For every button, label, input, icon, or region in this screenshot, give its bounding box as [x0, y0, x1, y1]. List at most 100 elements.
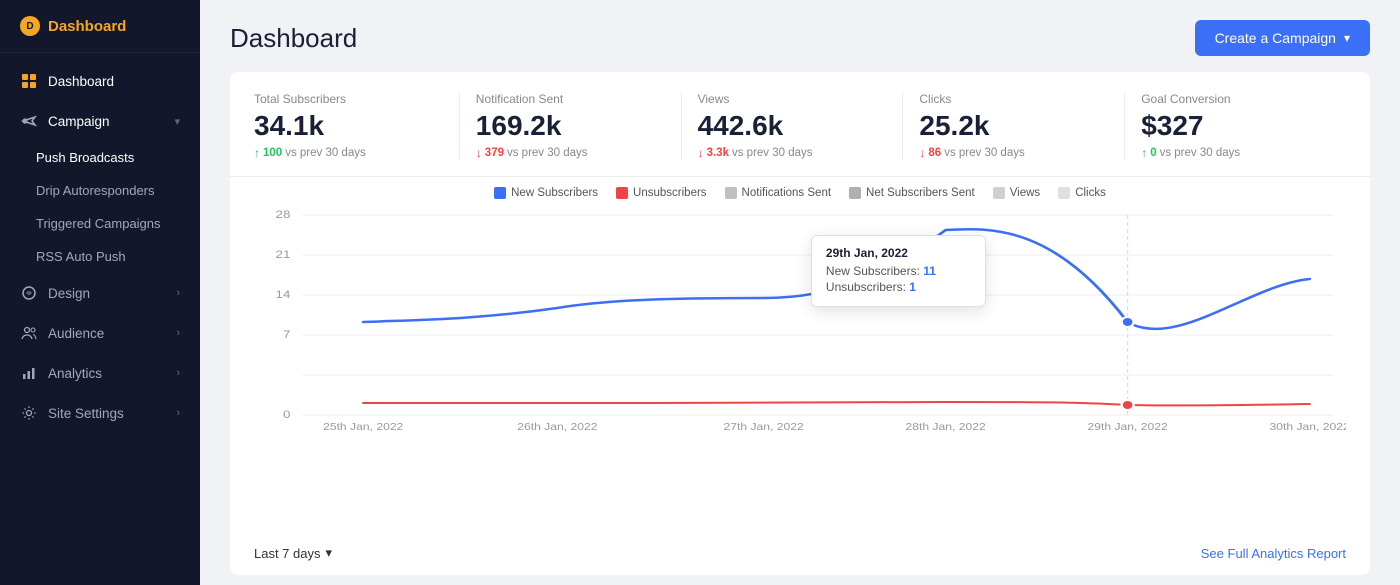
change-val-0: 100	[263, 147, 282, 159]
triggered-label: Triggered Campaigns	[36, 216, 161, 231]
svg-text:28: 28	[276, 208, 291, 221]
stat-value-3: 25.2k	[919, 110, 1108, 142]
campaign-chevron: ▾	[174, 115, 180, 128]
chart-dot-new-subscribers	[1122, 317, 1134, 327]
sidebar-item-rss-auto-push[interactable]: RSS Auto Push	[0, 240, 200, 273]
legend-dot-net	[849, 187, 861, 199]
arrow-down-3: ↓	[919, 146, 925, 160]
legend-views: Views	[993, 187, 1040, 199]
sidebar-logo: D Dashboard	[0, 0, 200, 53]
sidebar-item-audience[interactable]: Audience ›	[0, 313, 200, 353]
analytics-chevron: ›	[176, 367, 180, 379]
sidebar-item-push-broadcasts[interactable]: Push Broadcasts	[0, 141, 200, 174]
chart-dot-unsubscribers	[1122, 400, 1134, 410]
stat-change-2: ↓ 3.3k vs prev 30 days	[698, 146, 887, 160]
legend-unsubscribers: Unsubscribers	[616, 187, 707, 199]
svg-text:25th Jan, 2022: 25th Jan, 2022	[323, 422, 403, 433]
svg-text:7: 7	[283, 328, 291, 341]
sidebar-item-analytics[interactable]: Analytics ›	[0, 353, 200, 393]
legend-net-subscribers: Net Subscribers Sent	[849, 187, 975, 199]
sidebar-design-label: Design	[48, 286, 166, 301]
svg-text:26th Jan, 2022: 26th Jan, 2022	[517, 422, 597, 433]
logo-icon: D	[20, 16, 40, 36]
stat-total-subscribers: Total Subscribers 34.1k ↑ 100 vs prev 30…	[254, 92, 460, 160]
stat-value-1: 169.2k	[476, 110, 665, 142]
sidebar-logo-text: Dashboard	[48, 18, 126, 35]
sidebar-site-settings-label: Site Settings	[48, 406, 166, 421]
arrow-down-1: ↓	[476, 146, 482, 160]
change-val-1: 379	[485, 147, 504, 159]
change-val-3: 86	[928, 147, 941, 159]
legend-new-subscribers: New Subscribers	[494, 187, 598, 199]
stat-clicks: Clicks 25.2k ↓ 86 vs prev 30 days	[903, 92, 1125, 160]
main-content: Dashboard Create a Campaign ▾ Total Subs…	[200, 0, 1400, 585]
analytics-icon	[20, 364, 38, 382]
legend-clicks: Clicks	[1058, 187, 1106, 199]
sidebar-item-design[interactable]: Design ›	[0, 273, 200, 313]
sidebar-navigation: Dashboard Campaign ▾ Push Broadcasts Dri…	[0, 53, 200, 585]
design-icon	[20, 284, 38, 302]
change-text-1: vs prev 30 days	[507, 147, 588, 159]
legend-label-unsub: Unsubscribers	[633, 187, 707, 199]
sidebar: D Dashboard Dashboard Campaign ▾ Push Br…	[0, 0, 200, 585]
create-campaign-button[interactable]: Create a Campaign ▾	[1195, 20, 1370, 56]
sidebar-item-site-settings[interactable]: Site Settings ›	[0, 393, 200, 433]
stat-change-1: ↓ 379 vs prev 30 days	[476, 146, 665, 160]
stat-notification-sent: Notification Sent 169.2k ↓ 379 vs prev 3…	[460, 92, 682, 160]
stat-label-0: Total Subscribers	[254, 92, 443, 106]
svg-text:14: 14	[276, 288, 291, 301]
chart-legend: New Subscribers Unsubscribers Notificati…	[254, 187, 1346, 199]
create-campaign-label: Create a Campaign	[1215, 30, 1336, 46]
svg-text:0: 0	[283, 408, 291, 421]
svg-text:27th Jan, 2022: 27th Jan, 2022	[723, 422, 803, 433]
stat-change-4: ↑ 0 vs prev 30 days	[1141, 146, 1330, 160]
legend-label-net: Net Subscribers Sent	[866, 187, 975, 199]
stat-label-1: Notification Sent	[476, 92, 665, 106]
stat-label-4: Goal Conversion	[1141, 92, 1330, 106]
stat-label-2: Views	[698, 92, 887, 106]
push-broadcasts-label: Push Broadcasts	[36, 150, 134, 165]
legend-label-new: New Subscribers	[511, 187, 598, 199]
see-full-analytics[interactable]: See Full Analytics Report	[1201, 546, 1346, 561]
chart-bottom-bar: Last 7 days ▾ See Full Analytics Report	[230, 535, 1370, 575]
sidebar-item-dashboard[interactable]: Dashboard	[0, 61, 200, 101]
stat-value-2: 442.6k	[698, 110, 887, 142]
site-settings-icon	[20, 404, 38, 422]
chart-area: New Subscribers Unsubscribers Notificati…	[230, 177, 1370, 535]
stat-value-0: 34.1k	[254, 110, 443, 142]
sidebar-analytics-label: Analytics	[48, 366, 166, 381]
sidebar-campaign-label: Campaign	[48, 114, 164, 129]
arrow-up-4: ↑	[1141, 146, 1147, 160]
audience-icon	[20, 324, 38, 342]
change-text-0: vs prev 30 days	[285, 147, 366, 159]
sidebar-item-campaign[interactable]: Campaign ▾	[0, 101, 200, 141]
audience-chevron: ›	[176, 327, 180, 339]
stat-views: Views 442.6k ↓ 3.3k vs prev 30 days	[682, 92, 904, 160]
change-text-4: vs prev 30 days	[1160, 147, 1241, 159]
sidebar-item-triggered-campaigns[interactable]: Triggered Campaigns	[0, 207, 200, 240]
legend-label-views: Views	[1010, 187, 1040, 199]
legend-label-notif: Notifications Sent	[742, 187, 832, 199]
drip-label: Drip Autoresponders	[36, 183, 155, 198]
time-range-chevron: ▾	[326, 545, 333, 561]
legend-dot-views	[993, 187, 1005, 199]
stat-goal-conversion: Goal Conversion $327 ↑ 0 vs prev 30 days	[1125, 92, 1346, 160]
legend-dot-unsub	[616, 187, 628, 199]
page-header: Dashboard Create a Campaign ▾	[200, 0, 1400, 72]
campaign-icon	[20, 112, 38, 130]
stat-change-0: ↑ 100 vs prev 30 days	[254, 146, 443, 160]
site-settings-chevron: ›	[176, 407, 180, 419]
legend-label-clicks: Clicks	[1075, 187, 1106, 199]
page-title: Dashboard	[230, 23, 357, 54]
time-range-selector[interactable]: Last 7 days ▾	[254, 545, 332, 561]
sidebar-item-drip-autoresponders[interactable]: Drip Autoresponders	[0, 174, 200, 207]
dashboard-card: Total Subscribers 34.1k ↑ 100 vs prev 30…	[230, 72, 1370, 575]
legend-dot-new	[494, 187, 506, 199]
change-val-4: 0	[1150, 147, 1156, 159]
legend-dot-notif	[725, 187, 737, 199]
time-range-label: Last 7 days	[254, 546, 321, 561]
legend-dot-clicks	[1058, 187, 1070, 199]
chart-svg: 28 21 14 7 0	[254, 205, 1346, 435]
legend-notifications-sent: Notifications Sent	[725, 187, 832, 199]
dashboard-icon	[20, 72, 38, 90]
